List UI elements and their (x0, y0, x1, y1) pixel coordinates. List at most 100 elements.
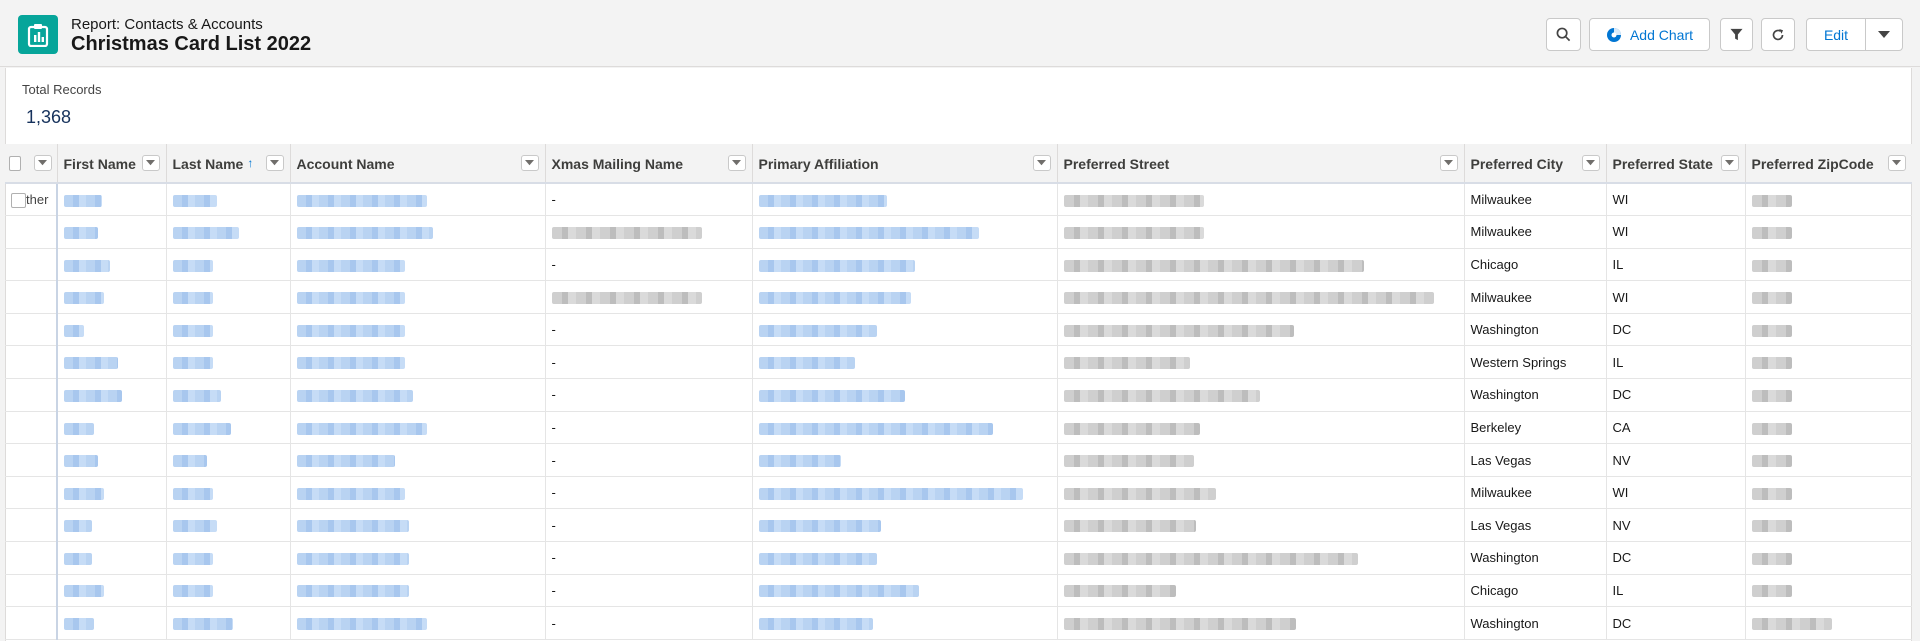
primary-affiliation-cell[interactable] (752, 183, 1058, 216)
column-menu-button[interactable] (1439, 155, 1458, 171)
table-row[interactable]: Milwaukee WI (5, 280, 1912, 314)
column-menu-button[interactable] (1720, 155, 1739, 171)
table-row[interactable]: - Berkeley CA (5, 411, 1912, 444)
first-name-cell[interactable] (57, 476, 167, 509)
table-row[interactable]: - Western Springs IL (5, 345, 1912, 379)
row-checkbox[interactable] (11, 192, 26, 208)
account-name-cell[interactable] (290, 313, 546, 346)
column-header-preferred-city[interactable]: Preferred City (1464, 144, 1607, 184)
first-name-cell[interactable] (57, 606, 167, 640)
last-name-cell[interactable] (166, 313, 291, 346)
last-name-cell[interactable] (166, 183, 291, 216)
primary-affiliation-cell[interactable] (752, 215, 1058, 249)
select-all-checkbox[interactable] (9, 156, 21, 172)
table-row[interactable]: - Washington DC (5, 313, 1912, 346)
column-header-first-name[interactable]: First Name (57, 144, 167, 184)
column-header-preferred-state[interactable]: Preferred State (1606, 144, 1746, 184)
account-name-cell[interactable] (290, 378, 546, 412)
column-menu-button[interactable] (727, 155, 746, 171)
last-name-cell[interactable] (166, 443, 291, 477)
more-actions-button[interactable] (1865, 18, 1903, 51)
first-name-cell[interactable] (57, 508, 167, 542)
add-chart-button[interactable]: Add Chart (1589, 18, 1710, 51)
column-menu-button[interactable] (33, 155, 52, 171)
first-name-cell[interactable] (57, 541, 167, 575)
first-name-cell[interactable] (57, 345, 167, 379)
primary-affiliation-cell[interactable] (752, 574, 1058, 607)
first-name-cell[interactable] (57, 443, 167, 477)
table-row[interactable]: - Washington DC (5, 541, 1912, 575)
column-menu-button[interactable] (1581, 155, 1600, 171)
edit-button[interactable]: Edit (1806, 18, 1866, 51)
account-name-cell[interactable] (290, 606, 546, 640)
column-header-preferred-zipcode[interactable]: Preferred ZipCode (1745, 144, 1912, 184)
refresh-button[interactable] (1761, 18, 1795, 51)
primary-affiliation-cell[interactable] (752, 508, 1058, 542)
table-row[interactable]: - Las Vegas NV (5, 508, 1912, 542)
last-name-cell[interactable] (166, 508, 291, 542)
last-name-cell[interactable] (166, 541, 291, 575)
account-name-cell[interactable] (290, 411, 546, 444)
primary-affiliation-cell[interactable] (752, 443, 1058, 477)
column-header-primary-affiliation[interactable]: Primary Affiliation (752, 144, 1058, 184)
group-cell[interactable]: ther (5, 183, 58, 216)
primary-affiliation-cell[interactable] (752, 606, 1058, 640)
primary-affiliation-cell[interactable] (752, 345, 1058, 379)
first-name-cell[interactable] (57, 215, 167, 249)
first-name-cell[interactable] (57, 183, 167, 216)
table-row[interactable]: Milwaukee WI (5, 215, 1912, 249)
table-row[interactable]: ther - Milwaukee WI (5, 183, 1912, 216)
column-header-last-name[interactable]: Last Name ↑ (166, 144, 291, 184)
account-name-cell[interactable] (290, 248, 546, 281)
primary-affiliation-cell[interactable] (752, 378, 1058, 412)
report-table-container[interactable]: First Name Last Name ↑ Account Name Xmas … (5, 144, 1912, 641)
first-name-cell[interactable] (57, 313, 167, 346)
first-name-cell[interactable] (57, 411, 167, 444)
primary-affiliation-cell[interactable] (752, 248, 1058, 281)
table-row[interactable]: - Chicago IL (5, 574, 1912, 607)
column-menu-button[interactable] (520, 155, 539, 171)
column-menu-button[interactable] (1032, 155, 1051, 171)
first-name-cell[interactable] (57, 248, 167, 281)
primary-affiliation-cell[interactable] (752, 541, 1058, 575)
account-name-cell[interactable] (290, 574, 546, 607)
last-name-cell[interactable] (166, 345, 291, 379)
account-name-cell[interactable] (290, 345, 546, 379)
primary-affiliation-cell[interactable] (752, 411, 1058, 444)
last-name-cell[interactable] (166, 215, 291, 249)
group-column-header[interactable] (5, 144, 58, 184)
last-name-cell[interactable] (166, 411, 291, 444)
table-row[interactable]: - Chicago IL (5, 248, 1912, 281)
search-button[interactable] (1546, 18, 1581, 51)
account-name-cell[interactable] (290, 215, 546, 249)
filter-button[interactable] (1720, 18, 1753, 51)
column-menu-button[interactable] (141, 155, 160, 171)
first-name-cell[interactable] (57, 378, 167, 412)
table-row[interactable]: - Las Vegas NV (5, 443, 1912, 477)
last-name-cell[interactable] (166, 248, 291, 281)
account-name-cell[interactable] (290, 508, 546, 542)
primary-affiliation-cell[interactable] (752, 280, 1058, 314)
column-header-account-name[interactable]: Account Name (290, 144, 546, 184)
primary-affiliation-cell[interactable] (752, 313, 1058, 346)
account-name-cell[interactable] (290, 476, 546, 509)
first-name-cell[interactable] (57, 280, 167, 314)
last-name-cell[interactable] (166, 378, 291, 412)
account-name-cell[interactable] (290, 541, 546, 575)
last-name-cell[interactable] (166, 280, 291, 314)
table-row[interactable]: - Milwaukee WI (5, 476, 1912, 509)
column-header-xmas-mailing-name[interactable]: Xmas Mailing Name (545, 144, 753, 184)
last-name-cell[interactable] (166, 574, 291, 607)
column-header-preferred-street[interactable]: Preferred Street (1057, 144, 1465, 184)
table-row[interactable]: - Washington DC (5, 378, 1912, 412)
last-name-cell[interactable] (166, 606, 291, 640)
column-menu-button[interactable] (265, 155, 284, 171)
account-name-cell[interactable] (290, 183, 546, 216)
primary-affiliation-cell[interactable] (752, 476, 1058, 509)
table-row[interactable]: - Washington DC (5, 606, 1912, 640)
column-menu-button[interactable] (1887, 155, 1906, 171)
account-name-cell[interactable] (290, 443, 546, 477)
last-name-cell[interactable] (166, 476, 291, 509)
first-name-cell[interactable] (57, 574, 167, 607)
account-name-cell[interactable] (290, 280, 546, 314)
